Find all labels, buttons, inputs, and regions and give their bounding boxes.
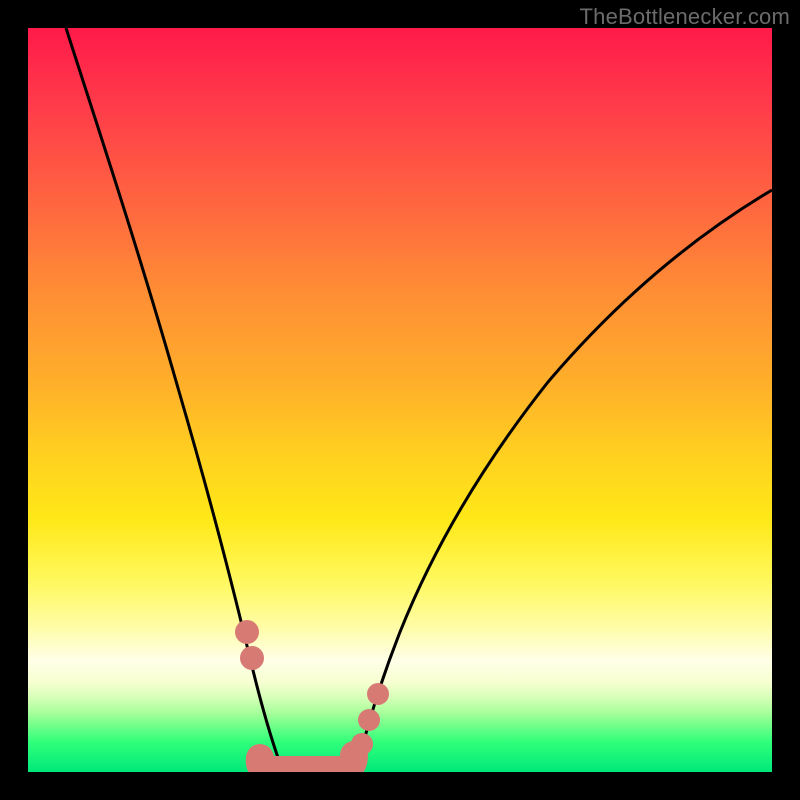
right-marker-2 [358,709,380,731]
right-curve [356,190,772,772]
floor-sausage [260,755,354,770]
right-marker-1 [351,733,373,755]
chart-frame [28,28,772,772]
left-marker-1 [235,620,259,644]
left-marker-2 [240,646,264,670]
right-marker-3 [367,683,389,705]
chart-svg [28,28,772,772]
watermark-text: TheBottlenecker.com [580,4,790,30]
